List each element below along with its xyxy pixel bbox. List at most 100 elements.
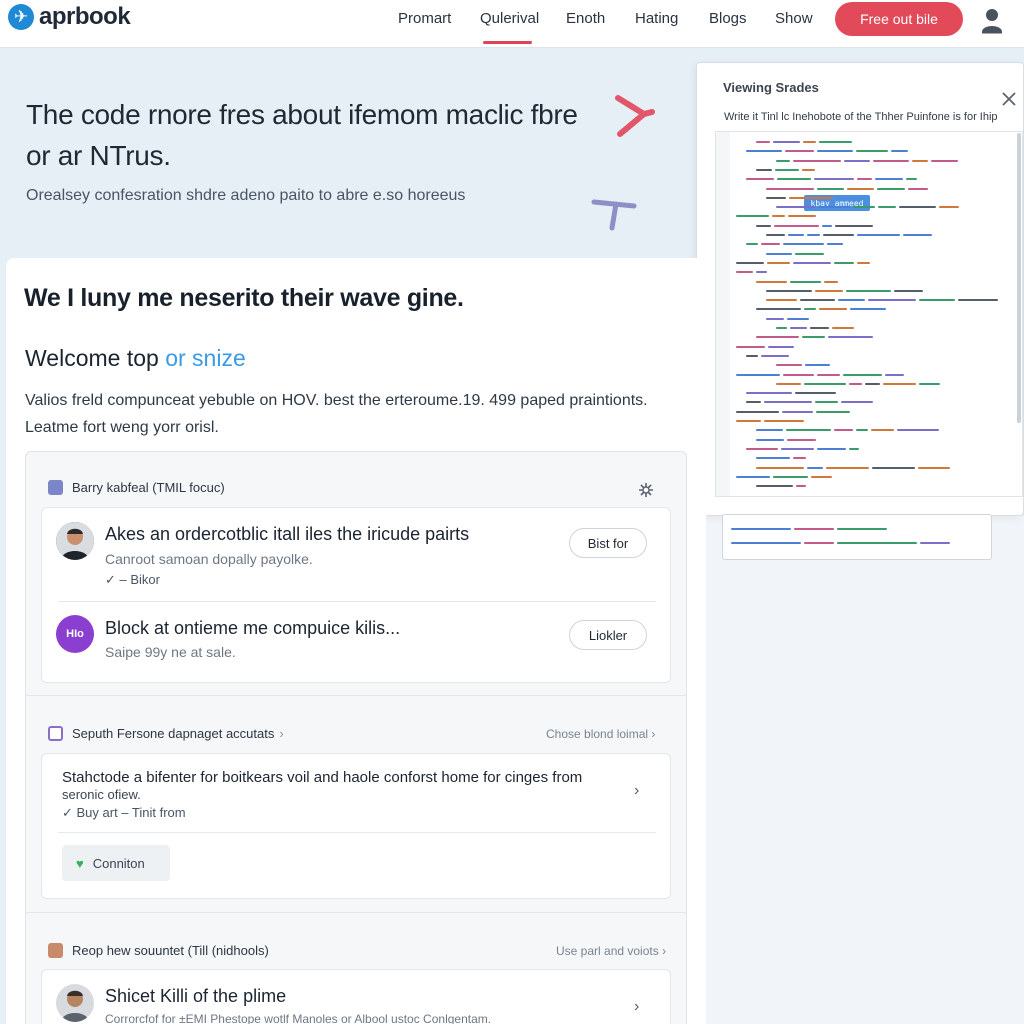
code-token [819,141,852,143]
section-title: Reop hew souuntet (Till (nidhools) [72,942,269,958]
code-line [746,175,920,184]
brand-logo[interactable]: ✈ aprbook [8,3,131,30]
code-line [756,482,809,491]
avatar-photo-icon [56,522,94,560]
code-token [850,308,886,311]
section-link[interactable]: Chose blond loimal › [546,727,655,741]
code-token [802,168,815,171]
code-token [756,438,784,441]
code-token [891,150,908,153]
code-token [756,168,772,171]
nav-item-enoth[interactable]: Enoth [566,10,605,27]
code-token [781,447,814,450]
code-token [878,206,896,209]
code-token [899,206,936,209]
code-token [790,280,821,283]
liokler-button[interactable]: Liokler [569,620,647,650]
section-card: Stahctode a bifenter for boitkears voil … [41,753,671,899]
code-token [783,243,824,246]
code-token [756,308,801,311]
code-line [756,436,819,445]
section-link[interactable]: Use parl and voiots › [556,944,666,958]
code-token [908,187,928,190]
code-token [736,215,769,218]
conniton-button-label: Conniton [92,855,145,871]
code-token [736,475,770,478]
code-token [787,317,809,320]
code-token [841,401,873,404]
code-token [919,382,940,385]
code-token [786,429,831,432]
settings-icon[interactable] [638,482,654,498]
section-icon [48,942,63,958]
welcome-heading: Welcome top or snize [25,345,246,372]
code-token [872,466,915,469]
nav-item-qulerival[interactable]: Qulerival [480,10,539,27]
free-out-bile-button[interactable]: Free out bile [835,2,963,36]
nav-item-promart[interactable]: Promart [398,10,451,27]
code-token [817,447,846,450]
code-token [766,196,786,199]
code-token [746,354,758,357]
chevron-right-icon[interactable]: › [634,998,639,1016]
code-line [766,287,926,296]
code-token [736,261,764,264]
code-token [746,447,778,450]
code-line [746,389,839,398]
code-token [807,234,820,236]
code-editor[interactable]: kbay ammeed [715,131,1023,497]
code-token [761,243,780,246]
hero-subtitle: Orealsey confesration shdre adeno paito … [26,187,466,204]
code-token [768,345,794,348]
code-token [815,401,838,404]
code-token [756,271,767,274]
code-line [746,398,876,407]
user-icon[interactable] [980,6,1004,34]
code-token [877,187,905,190]
nav-item-blogs[interactable]: Blogs [709,10,747,27]
code-token [816,410,850,413]
code-token [756,457,790,460]
section-divider [26,912,686,913]
code-snippet-box[interactable] [722,514,992,560]
code-token [857,261,870,264]
code-token [756,485,793,488]
list-item-title[interactable]: Akes an ordercotblic itall iles the iric… [105,524,469,545]
code-viewer-title: Viewing Srades [723,80,819,95]
code-token [788,234,804,236]
close-icon[interactable] [1001,91,1017,107]
nav-item-show[interactable]: Show [775,10,813,27]
code-line [746,445,862,454]
code-line [731,525,890,534]
code-token [793,457,806,460]
row-divider [58,601,656,602]
code-token [804,308,816,311]
list-item-title[interactable]: Stahctode a bifenter for boitkears voil … [62,769,637,803]
list-item-title[interactable]: Shicet Killi of the plime [105,986,286,1007]
code-token [837,528,887,530]
code-token [794,528,834,530]
code-token [773,141,800,143]
code-line [736,408,853,417]
section-title: Seputh Fersone dapnaget accutats [72,725,275,741]
code-token [958,299,998,302]
code-scrollbar[interactable] [1017,133,1021,423]
code-line [776,324,857,333]
nav-item-hating[interactable]: Hating [635,10,678,27]
list-item-title[interactable]: Block at ontieme me compuice kilis... [105,618,400,639]
section-link-label: Use parl and voiots [556,944,659,958]
brand-name: aprbook [39,3,131,30]
chevron-right-icon[interactable]: › [634,782,639,800]
code-line [736,343,797,352]
brand-logo-icon: ✈ [8,4,34,30]
code-token [885,373,904,376]
code-token [817,373,840,376]
code-token [868,299,916,302]
code-line [766,185,931,194]
code-token [776,206,815,209]
bist-for-button[interactable]: Bist for [569,528,647,558]
code-token [883,382,916,385]
code-token [847,187,874,190]
conniton-button[interactable]: ♥ Conniton [62,845,170,881]
welcome-accent-link[interactable]: or snize [165,345,246,371]
